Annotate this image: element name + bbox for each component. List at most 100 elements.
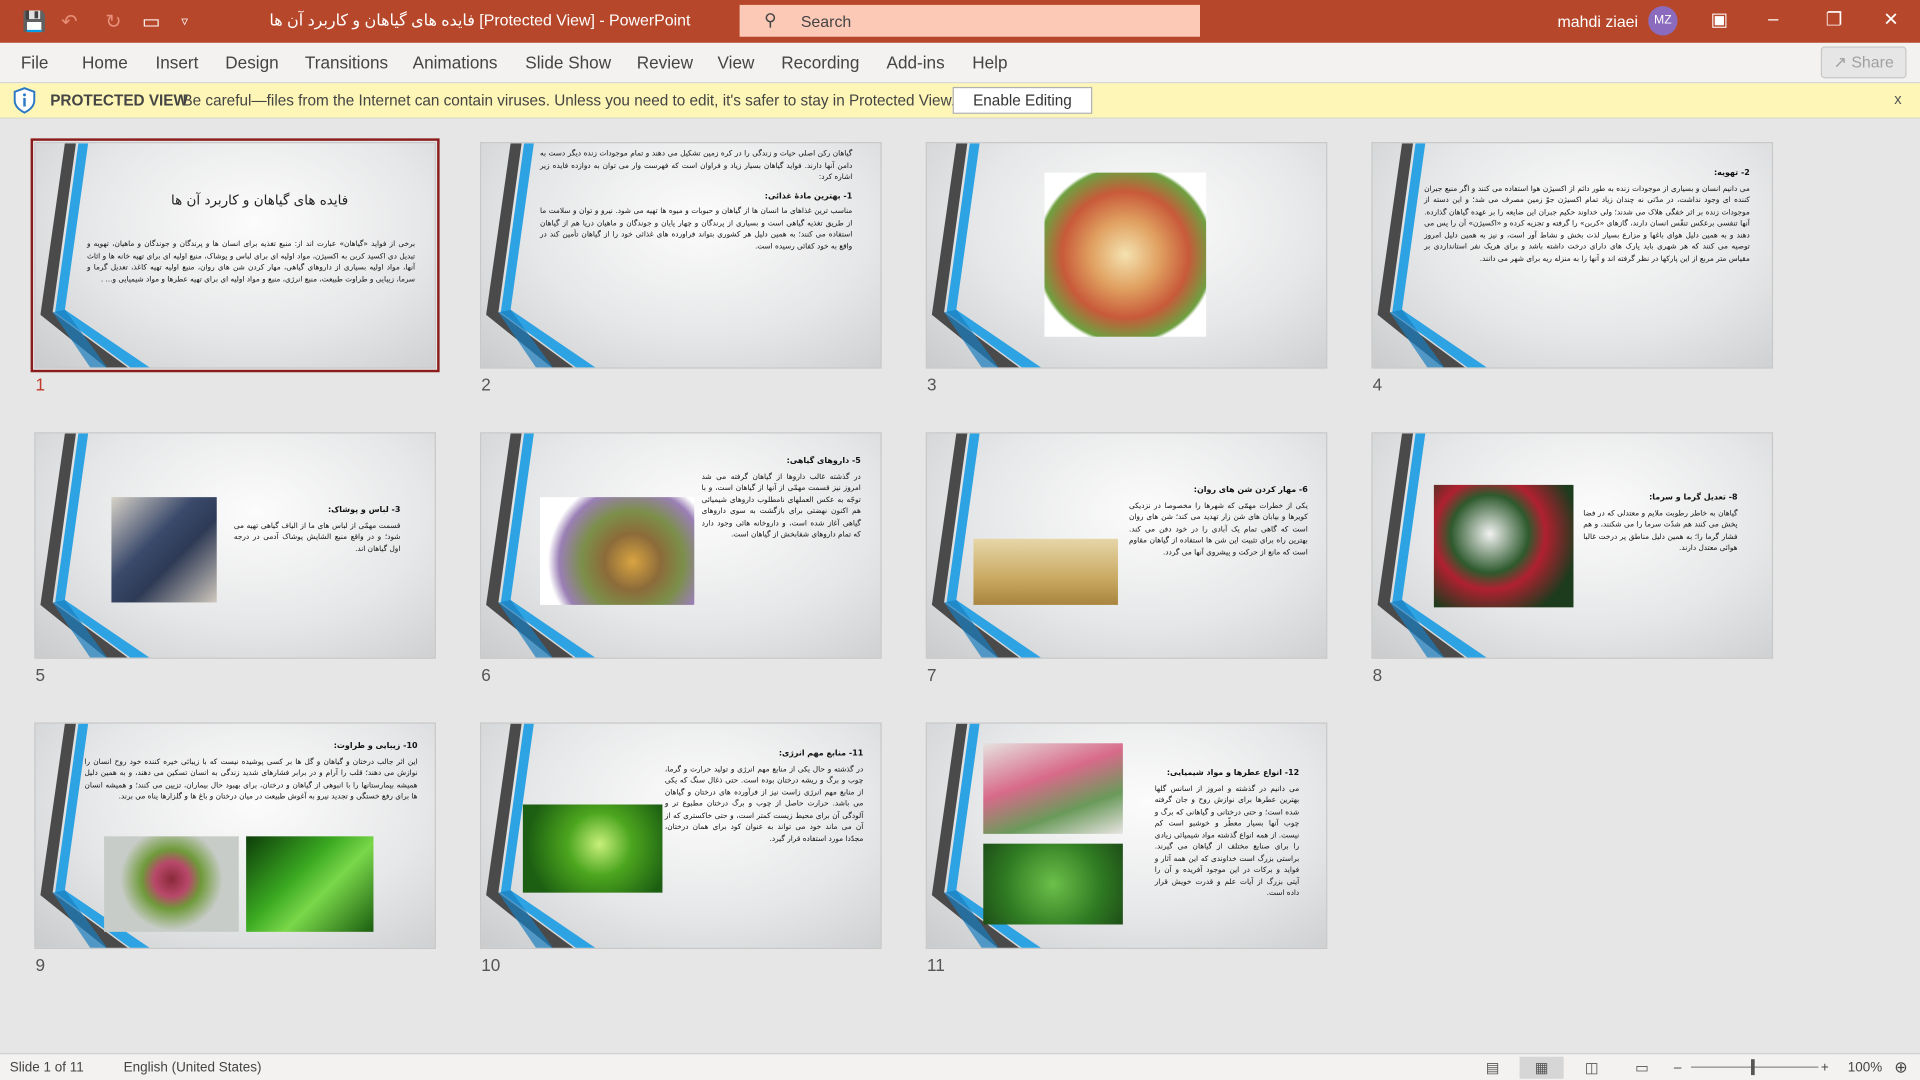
slide-number: 10 [481,955,501,975]
slide-number: 1 [35,374,46,395]
slide-thumbnail-5[interactable]: 3- لباس و پوشاک: قسمت مهمّی از لباس های م… [34,432,436,659]
slide-thumbnail-8[interactable]: 8- تعدیل گرما و سرما: گیاهان به خاطر رطوب… [1371,432,1774,659]
customize-icon[interactable]: ▿ [181,13,188,30]
slide-body-text: در گذشته و حال یکی از منابع مهم انرژی و … [664,764,864,844]
undo-icon[interactable]: ↶ [61,10,77,34]
slide-number: 7 [926,664,937,685]
slide-body-text: مناسب ترین غذاهای ما انسان ها از گیاهان … [540,206,853,251]
slide-number: 8 [1372,664,1383,685]
redo-icon[interactable]: ↻ [105,10,121,34]
slide-thumbnail-7[interactable]: 6- مهار کردن شن های روان: یکی از خطرات مه… [925,432,1328,659]
slide-number: 11 [926,955,945,975]
slide-number: 9 [35,955,46,975]
protected-view-label: PROTECTED VIEW [50,91,188,109]
tulips-image [983,743,1123,834]
slide-text: 12- انواع عطرها و مواد شیمیایی: می دانیم … [1155,768,1299,900]
slide-thumbnail-3[interactable] [925,142,1328,369]
slide-title: فایده های گیاهان و کاربرد آن ها [171,192,349,209]
tab-insert[interactable]: Insert [156,53,199,73]
enable-editing-button[interactable]: Enable Editing [952,86,1093,114]
slide-thumbnail-9[interactable]: 10- زیبایی و طراوت: این اثر جالب درختان و… [34,722,436,949]
slide-stripe-decoration [931,143,1041,368]
ribbon-tabs: File Home Insert Design Transitions Anim… [0,42,1920,84]
share-button[interactable]: ↗ Share [1820,46,1907,79]
slide-body-text: یکی از خطرات مهمّی که شهرها را مخصوصا در… [1128,501,1308,557]
slide-counter: Slide 1 of 11 [9,1060,84,1076]
tab-view[interactable]: View [718,53,755,73]
tab-review[interactable]: Review [637,53,693,73]
slide-number: 3 [926,374,937,395]
herbal-medicine-image [540,497,695,605]
zoom-out-button[interactable]: – [1674,1060,1682,1075]
reading-view-icon[interactable]: ◫ [1576,1057,1608,1079]
slide-heading: 1- بهترین مادهٔ غذائی: [764,190,853,201]
slide-body-text: در گذشته غالب داروها از گیاهان گرفته می … [701,472,861,539]
desert-image [973,538,1118,605]
avatar[interactable]: MZ [1648,6,1678,36]
close-icon[interactable]: ✕ [1883,9,1898,31]
share-icon: ↗ [1833,52,1847,72]
food-wheel-image [1044,172,1207,337]
slide-heading: 12- انواع عطرها و مواد شیمیایی: [1166,767,1300,778]
tab-add-ins[interactable]: Add-ins [887,53,945,73]
minimize-icon[interactable]: – [1768,9,1778,30]
slide-heading: 8- تعدیل گرما و سرما: [1649,492,1738,503]
slide-number: 4 [1372,374,1383,395]
slide-heading: 6- مهار کردن شن های روان: [1193,484,1308,495]
slide-thumbnail-2[interactable]: گیاهان رکن اصلی حیات و زندگی را در کره ز… [480,142,882,369]
slide-text: 10- زیبایی و طراوت: این اثر جالب درختان و… [84,741,417,803]
tab-design[interactable]: Design [225,53,278,73]
slide-thumbnail-4[interactable]: 2- تهویه: می دانیم انسان و بسیاری از موجو… [1371,142,1774,369]
slide-body-text: قسمت مهمّی از لباس های ما از الیاف گیاهی… [233,521,401,553]
protected-view-bar: PROTECTED VIEW Be careful—files from the… [0,83,1920,119]
present-icon[interactable]: ▭ [142,10,161,34]
zoom-slider-thumb[interactable] [1751,1059,1755,1076]
tab-recording[interactable]: Recording [781,53,859,73]
slide-heading: 10- زیبایی و طراوت: [333,740,418,751]
fit-to-window-icon[interactable]: ⊕ [1894,1058,1907,1078]
protected-view-message: Be careful—files from the Internet can c… [182,91,956,109]
slide-body-text: می دانیم انسان و بسیاری از موجودات زنده … [1424,184,1750,263]
ribbon-display-icon[interactable]: ▣ [1711,9,1728,31]
tab-file[interactable]: File [21,53,49,73]
slide-sorter-view-icon[interactable]: ▦ [1519,1056,1564,1079]
slide-thumbnail-1[interactable]: فایده های گیاهان و کاربرد آن ها برخی از ف… [30,138,440,373]
slide-number: 5 [35,664,46,685]
slide-number: 6 [481,664,491,685]
slide-heading: 5- داروهای گیاهی: [786,455,861,466]
slide-thumbnail-10[interactable]: 11- منابع مهم انرژی: در گذشته و حال یکی ا… [480,722,882,949]
slide-text: 11- منابع مهم انرژی: در گذشته و حال یکی ا… [665,748,863,845]
search-placeholder: Search [800,12,852,31]
slide-text: 5- داروهای گیاهی: در گذشته غالب داروها از… [702,456,861,541]
zoom-in-button[interactable]: + [1821,1060,1829,1075]
tab-help[interactable]: Help [972,53,1007,73]
window-title: فایده های گیاهان و کاربرد آن ها [Protect… [269,11,691,30]
language-status[interactable]: English (United States) [124,1060,262,1075]
title-bar: 💾 ↶ ↻ ▭ ▿ فایده های گیاهان و کاربرد آن ه… [0,0,1920,43]
normal-view-icon[interactable]: ▤ [1477,1057,1509,1079]
search-box[interactable]: ⚲ Search [739,4,1201,37]
restore-icon[interactable]: ❐ [1826,9,1842,31]
slide-sorter: فایده های گیاهان و کاربرد آن ها برخی از ف… [0,118,1920,1054]
tab-home[interactable]: Home [82,53,128,73]
fern-image [104,836,239,932]
close-message-button[interactable]: x [1894,91,1901,108]
save-icon[interactable]: 💾 [22,10,46,34]
slide-body-text: این اثر جالب درختان و گیاهان و گل ها بر … [84,757,418,801]
search-icon: ⚲ [764,9,777,30]
energy-plant-image [522,804,663,893]
clothing-image [111,497,217,603]
user-name[interactable]: mahdi ziaei [1558,12,1639,30]
leaf-image [246,836,374,932]
tab-transitions[interactable]: Transitions [305,53,388,73]
slide-thumbnail-6[interactable]: 5- داروهای گیاهی: در گذشته غالب داروها از… [480,432,882,659]
share-label: Share [1851,52,1894,72]
zoom-level[interactable]: 100% [1848,1060,1882,1075]
slide-thumbnail-11[interactable]: 12- انواع عطرها و مواد شیمیایی: می دانیم … [925,722,1328,949]
tab-slide-show[interactable]: Slide Show [525,53,611,73]
slide-text: 3- لباس و پوشاک: قسمت مهمّی از لباس های م… [234,504,401,554]
slide-text: 8- تعدیل گرما و سرما: گیاهان به خاطر رطوب… [1583,492,1737,554]
slide-body-text: گیاهان به خاطر رطوبت ملایم و معتدلی که د… [1583,508,1738,553]
slideshow-view-icon[interactable]: ▭ [1626,1057,1658,1079]
tab-animations[interactable]: Animations [413,53,498,73]
